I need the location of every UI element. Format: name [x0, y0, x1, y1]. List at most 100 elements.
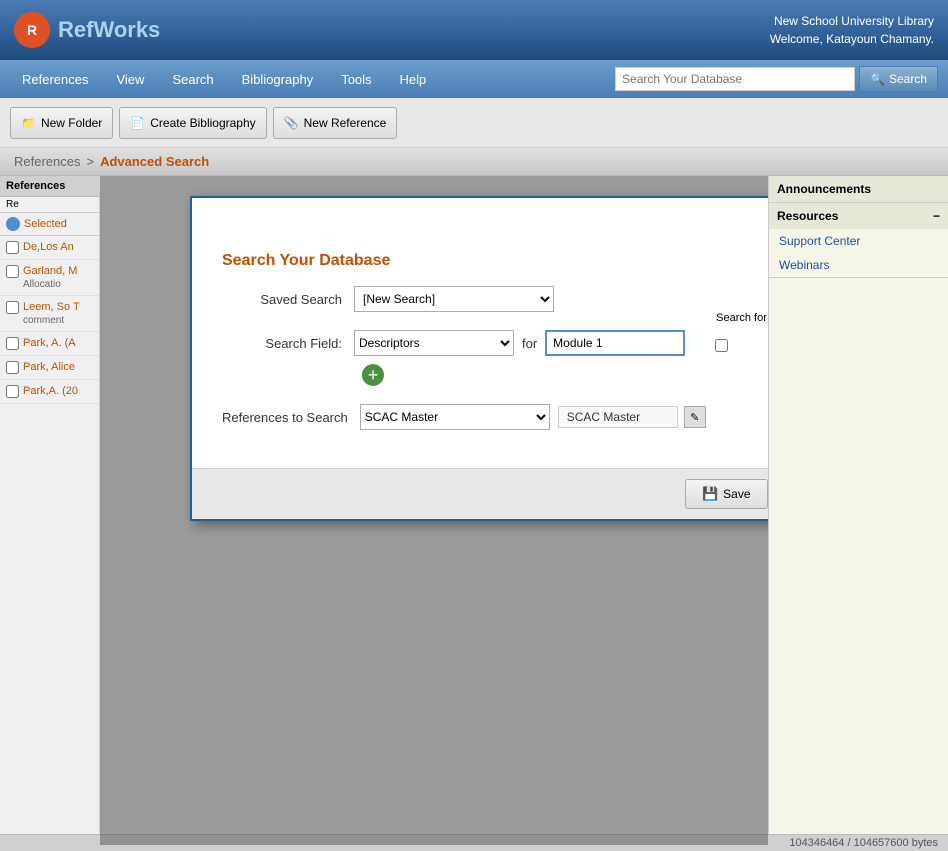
ref-checkbox-1[interactable] [6, 241, 19, 254]
ref-checkbox-3[interactable] [6, 301, 19, 314]
list-item[interactable]: De,Los An [0, 236, 99, 260]
nav-tools[interactable]: Tools [329, 66, 383, 93]
resources-header: Resources − [769, 203, 948, 229]
nav-references[interactable]: References [10, 66, 100, 93]
search-icon: 🔍 [870, 72, 885, 86]
refs-to-search-label: References to Search [222, 410, 348, 425]
right-sidebar: Announcements Resources − Support Center… [768, 176, 948, 845]
left-panel: References Re Selected De,Los An Garland… [0, 176, 100, 845]
ref-checkbox-2[interactable] [6, 265, 19, 278]
content-area: Advanced Search X ? Help Search Your Dat… [100, 176, 768, 845]
breadcrumb: References > Advanced Search [0, 148, 948, 176]
ref-name-3: Leem, So T [23, 301, 80, 313]
nav-search-bar: 🔍 Search [615, 66, 938, 92]
reference-icon: 📎 [284, 116, 299, 130]
ref-name-4: Park, A. (A [23, 337, 76, 349]
resources-toggle[interactable]: − [933, 209, 940, 223]
saved-search-row: Saved Search [New Search] [222, 286, 768, 312]
field-select[interactable]: Descriptors Title Author Abstract Keywor… [354, 330, 514, 356]
saved-search-select[interactable]: [New Search] [354, 286, 554, 312]
ref-sub-3: comment [23, 315, 80, 326]
search-value-input[interactable] [545, 330, 685, 356]
left-panel-subheader: Re [0, 197, 99, 213]
selected-badge: Selected [0, 213, 99, 236]
list-item[interactable]: Park,A. (20 [0, 380, 99, 404]
main-layout: References Re Selected De,Los An Garland… [0, 176, 948, 845]
nav-bibliography[interactable]: Bibliography [230, 66, 326, 93]
refs-to-search-select[interactable]: SCAC Master All References [360, 404, 550, 430]
left-panel-header: References [0, 176, 99, 197]
empty-field-label: Search for Empty Field [716, 312, 768, 324]
modal-title: Advanced Search [204, 207, 322, 223]
advanced-search-modal: Advanced Search X ? Help Search Your Dat… [190, 196, 768, 521]
list-item[interactable]: Garland, M Allocatio [0, 260, 99, 296]
refs-value-box: SCAC Master ✎ [558, 406, 706, 428]
status-text: 104346464 / 104657600 bytes [789, 837, 938, 849]
list-item[interactable]: Park, Alice [0, 356, 99, 380]
refs-edit-button[interactable]: ✎ [684, 406, 706, 428]
nav-search[interactable]: Search [160, 66, 225, 93]
selected-label: Selected [24, 218, 67, 230]
nav-search-button[interactable]: 🔍 Search [859, 66, 938, 92]
ref-name-6: Park,A. (20 [23, 385, 78, 397]
ref-sub-2: Allocatio [23, 279, 77, 290]
search-field-label: Search Field: [222, 336, 342, 351]
announcements-header: Announcements [769, 176, 948, 202]
list-item[interactable]: Park, A. (A [0, 332, 99, 356]
ref-name-1: De,Los An [23, 241, 74, 253]
resources-label: Resources [777, 209, 838, 223]
announcements-section: Announcements [769, 176, 948, 203]
folder-icon: 📁 [21, 116, 36, 130]
ref-checkbox-4[interactable] [6, 337, 19, 350]
breadcrumb-separator: > [86, 154, 94, 169]
welcome-label: Welcome, Katayoun Chamany. [770, 30, 934, 48]
modal-search-title: Search Your Database [222, 252, 390, 269]
institution-label: New School University Library [770, 12, 934, 30]
for-label: for [522, 336, 537, 351]
new-folder-button[interactable]: 📁 New Folder [10, 107, 113, 139]
logo-area: R RefWorks [14, 12, 160, 48]
breadcrumb-current: Advanced Search [100, 154, 209, 169]
bibliography-icon: 📄 [130, 116, 145, 130]
resources-section: Resources − Support Center Webinars [769, 203, 948, 278]
logo-text: RefWorks [58, 17, 160, 43]
ref-checkbox-5[interactable] [6, 361, 19, 374]
create-bibliography-label: Create Bibliography [150, 116, 255, 130]
modal-body: ? Help Search Your Database Saved Search… [192, 232, 768, 468]
header: R RefWorks New School University Library… [0, 0, 948, 60]
empty-field-checkbox[interactable] [715, 339, 728, 352]
toolbar: 📁 New Folder 📄 Create Bibliography 📎 New… [0, 98, 948, 148]
logo-icon: R [14, 12, 50, 48]
save-icon: 💾 [702, 486, 718, 502]
support-center-link[interactable]: Support Center [769, 229, 948, 253]
new-reference-button[interactable]: 📎 New Reference [273, 107, 398, 139]
logo-works: Works [93, 17, 160, 42]
ref-name-5: Park, Alice [23, 361, 75, 373]
nav-search-input[interactable] [615, 67, 855, 91]
selected-dot-icon [6, 217, 20, 231]
nav-view[interactable]: View [104, 66, 156, 93]
new-folder-label: New Folder [41, 116, 102, 130]
edit-icon: ✎ [690, 411, 699, 424]
nav-search-btn-label: Search [889, 72, 927, 86]
new-reference-label: New Reference [304, 116, 387, 130]
add-row-area: + [362, 364, 768, 386]
logo-ref: Ref [58, 17, 93, 42]
save-btn-label: Save [723, 487, 750, 501]
breadcrumb-root[interactable]: References [14, 154, 80, 169]
create-bibliography-button[interactable]: 📄 Create Bibliography [119, 107, 266, 139]
webinars-link[interactable]: Webinars [769, 253, 948, 277]
add-row-button[interactable]: + [362, 364, 384, 386]
modal-header: Advanced Search X [192, 198, 768, 232]
saved-search-label: Saved Search [222, 292, 342, 307]
ref-checkbox-6[interactable] [6, 385, 19, 398]
list-item[interactable]: Leem, So T comment [0, 296, 99, 332]
save-button[interactable]: 💾 Save [685, 479, 768, 509]
header-right: New School University Library Welcome, K… [770, 12, 934, 48]
modal-footer: 💾 Save 🔍 Search ↺ Reset [192, 468, 768, 519]
nav-help[interactable]: Help [388, 66, 439, 93]
refs-to-search-row: References to Search SCAC Master All Ref… [222, 404, 768, 430]
ref-name-2: Garland, M [23, 265, 77, 277]
refs-value-text: SCAC Master [558, 406, 678, 428]
empty-field-checkbox-area [715, 335, 728, 352]
